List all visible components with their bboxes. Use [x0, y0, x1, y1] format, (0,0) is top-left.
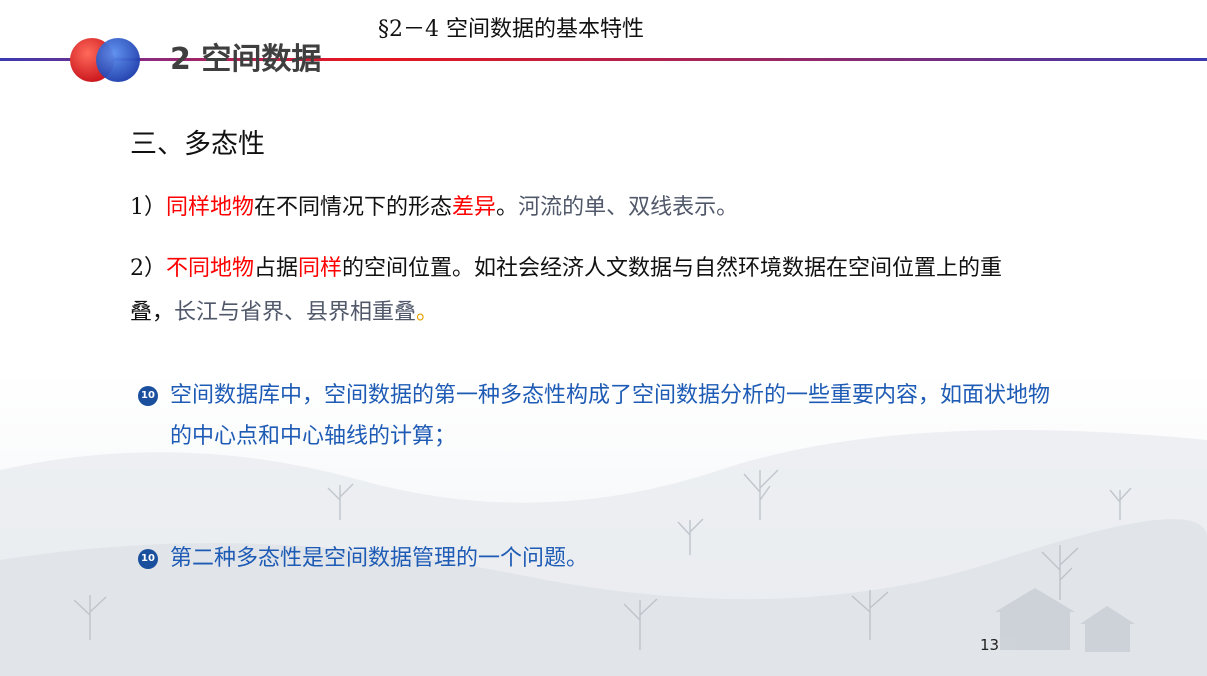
point-1: 1）同样地物在不同情况下的形态差异。河流的单、双线表示。: [130, 186, 1030, 230]
topic-text: 空间数据的基本特性: [446, 17, 645, 42]
bullet-text: 空间数据库中，空间数据的第一种多态性构成了空间数据分析的一些重要内容，如面状地物…: [170, 383, 1051, 449]
body-text: 占据: [254, 256, 299, 281]
example-text: 长江与省界、县界相重叠: [174, 300, 417, 325]
slide-heading: 三、多态性: [130, 129, 265, 160]
topic-prefix: §2－4: [378, 17, 439, 42]
emphasis-text: 同样: [298, 256, 343, 281]
section-title: 2 空间数据: [170, 42, 322, 77]
point-number: 2）: [130, 256, 166, 281]
body-text: 在不同情况下的形态: [254, 195, 453, 220]
bullet-item: 10 第二种多态性是空间数据管理的一个问题。: [138, 538, 1058, 579]
bullet-text: 第二种多态性是空间数据管理的一个问题。: [170, 546, 589, 571]
emphasis-text: 同样地物: [166, 195, 255, 220]
twin-circle-logo: [70, 38, 140, 82]
point-number: 1）: [130, 195, 166, 220]
circled-number-icon: 10: [138, 549, 158, 569]
bullet-item: 10 空间数据库中，空间数据的第一种多态性构成了空间数据分析的一些重要内容，如面…: [138, 375, 1058, 457]
emphasis-text: 不同地物: [166, 256, 255, 281]
trailing-period: 。: [416, 300, 439, 325]
slide: 2 空间数据 §2－4 空间数据的基本特性 三、多态性 1）同样地物在不同情况下…: [0, 0, 1207, 676]
example-text: 河流的单、双线表示。: [518, 195, 739, 220]
topic-label: §2－4 空间数据的基本特性: [378, 15, 644, 45]
emphasis-text: 差异: [452, 195, 497, 220]
circled-number-icon: 10: [138, 386, 158, 406]
body-text: 。: [496, 195, 519, 220]
page-number: 13: [980, 636, 1000, 654]
point-2: 2）不同地物占据同样的空间位置。如社会经济人文数据与自然环境数据在空间位置上的重…: [130, 247, 1030, 335]
